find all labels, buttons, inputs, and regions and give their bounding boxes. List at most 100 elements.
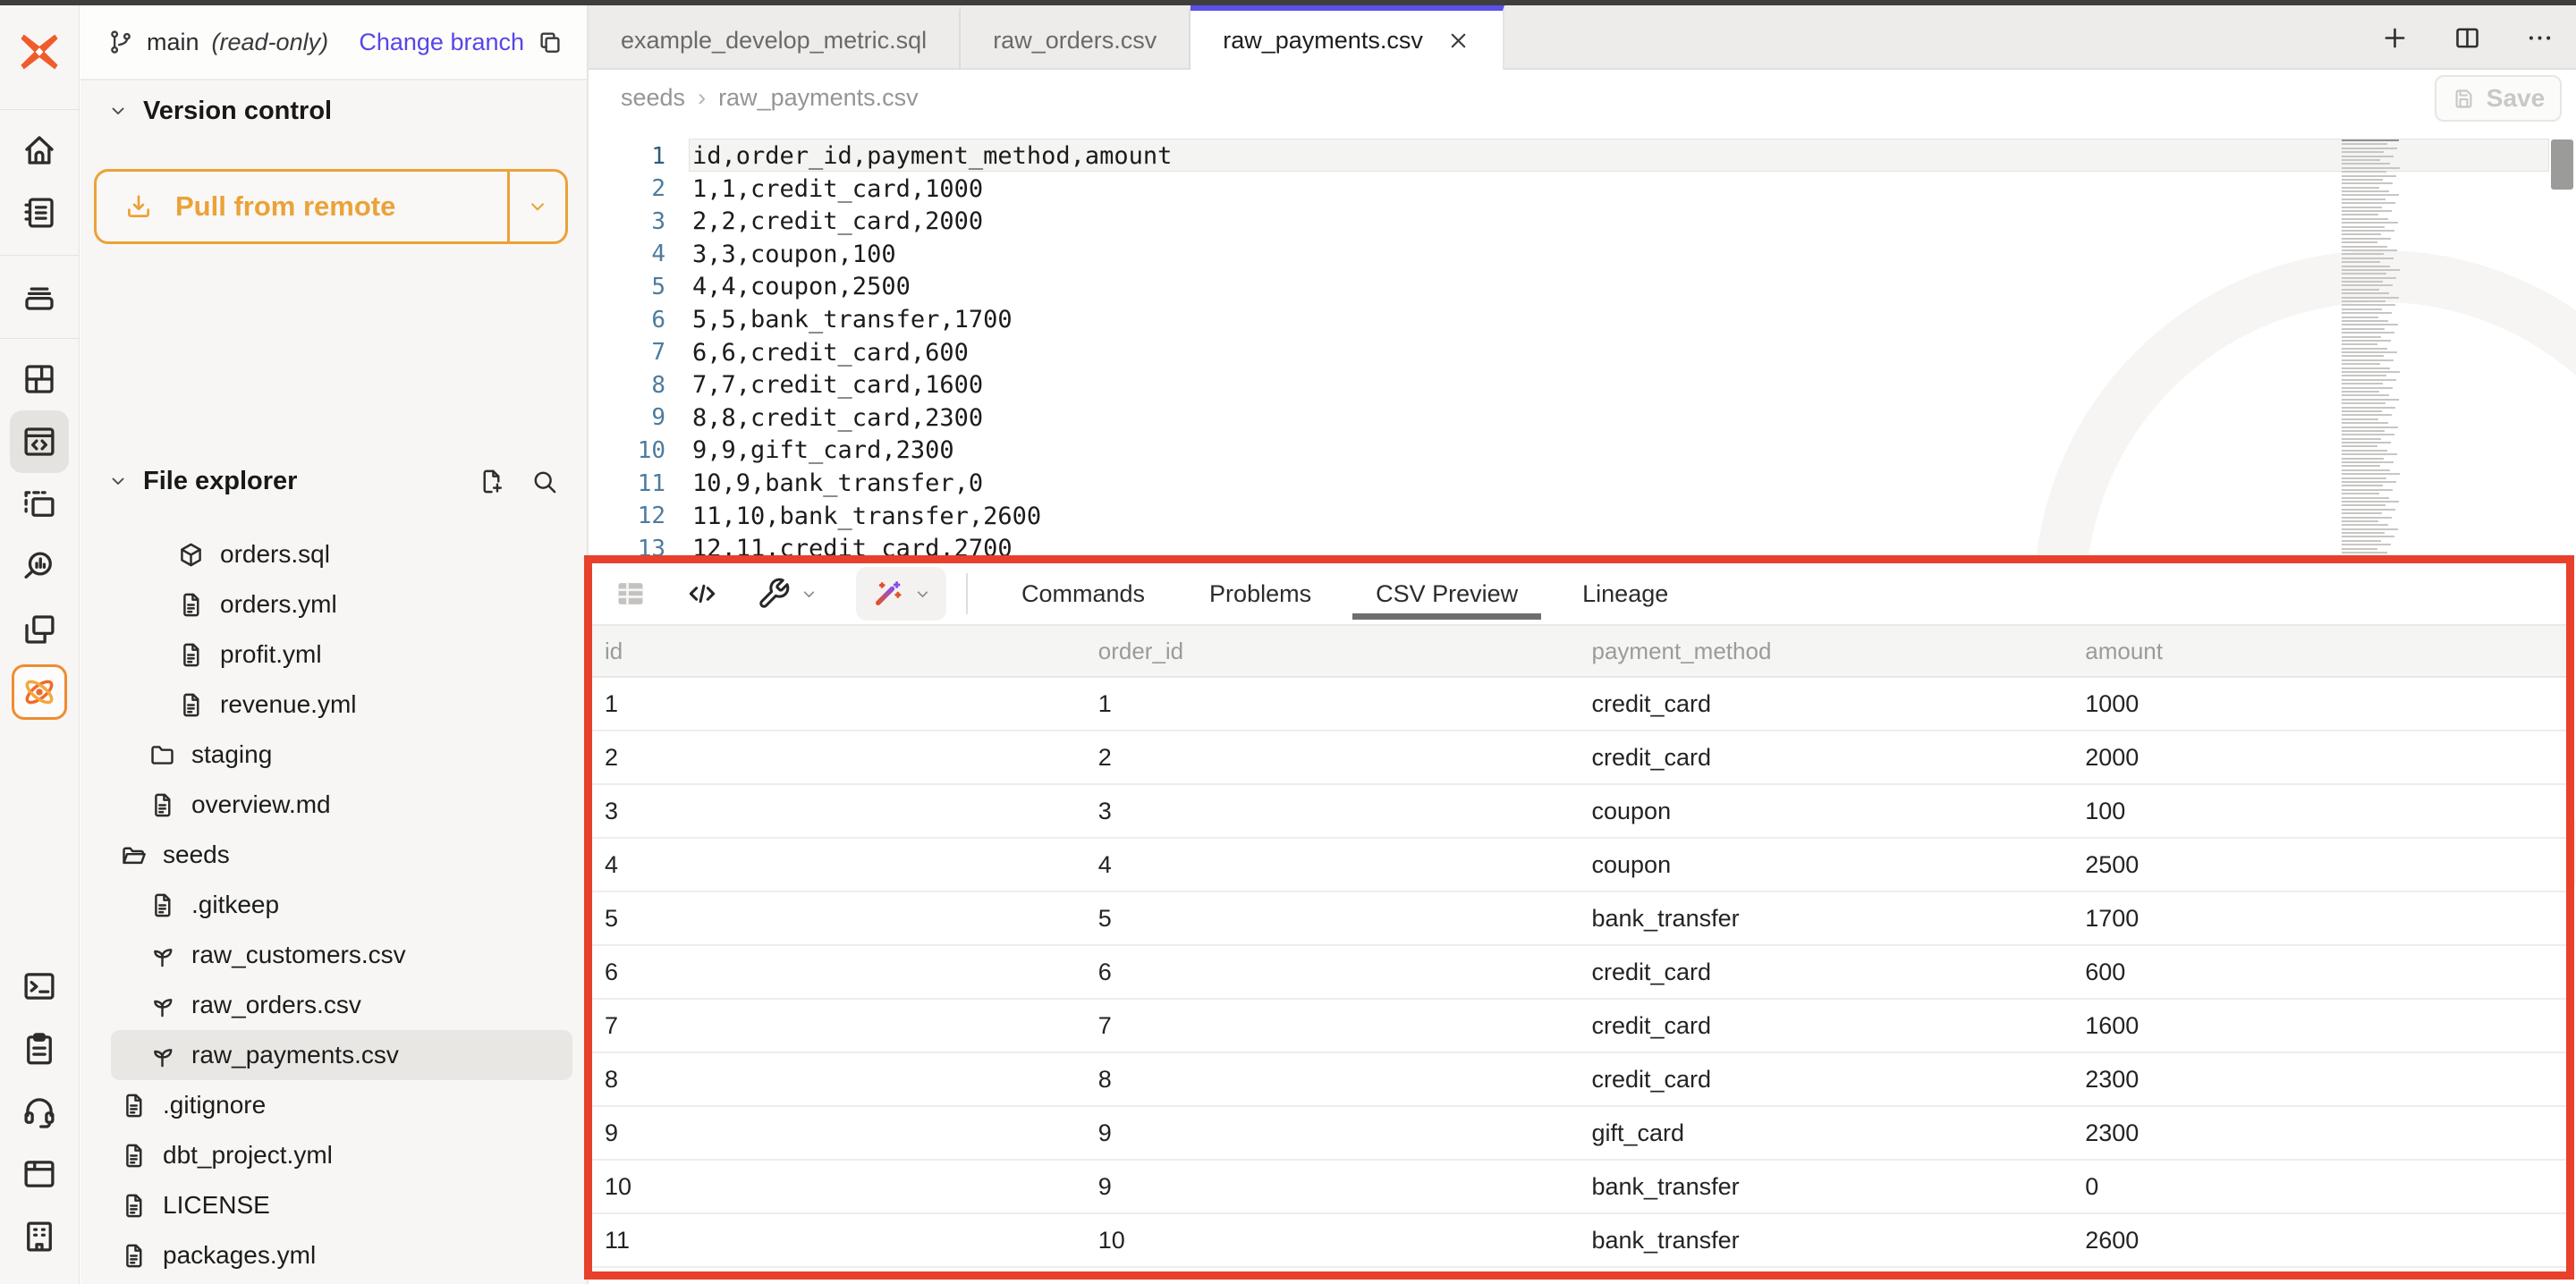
file-item-packages.yml[interactable]: packages.yml: [80, 1230, 587, 1280]
table-cell: 100: [2072, 798, 2566, 825]
doc-icon: [148, 791, 176, 819]
table-cell: 4: [1086, 851, 1580, 879]
table-cell: 2000: [2072, 744, 2566, 772]
rail-item-building[interactable]: [10, 1205, 69, 1268]
panel-tabs: Commands Problems CSV Preview Lineage: [989, 563, 1700, 624]
code-line-1[interactable]: 1id,order_id,payment_method,amount: [589, 139, 2576, 173]
table-cell: 0: [2072, 1173, 2566, 1201]
rail-item-notebook[interactable]: [10, 182, 69, 244]
copy-branch-icon[interactable]: [537, 29, 564, 55]
tab-raw_orders.csv[interactable]: raw_orders.csv: [961, 5, 1191, 70]
panel-tab-Commands[interactable]: Commands: [989, 563, 1177, 624]
tab-example_develop_metric.sql[interactable]: example_develop_metric.sql: [589, 5, 961, 70]
panel-tab-Problems[interactable]: Problems: [1177, 563, 1343, 624]
file-item-profit.yml[interactable]: profit.yml: [80, 629, 587, 680]
panel-tab-Lineage[interactable]: Lineage: [1550, 563, 1700, 624]
panel-tab-label: CSV Preview: [1376, 580, 1518, 608]
pull-from-remote-main[interactable]: Pull from remote: [97, 172, 510, 241]
file-explorer-header[interactable]: File explorer: [80, 454, 587, 508]
folder-open-icon: [120, 841, 148, 869]
branch-mode: (read-only): [212, 29, 329, 56]
line-number: 1: [589, 143, 665, 170]
more-options-icon[interactable]: [2525, 23, 2555, 53]
code-line-4[interactable]: 43,3,coupon,100: [589, 238, 2576, 271]
rail-item-code-editor[interactable]: [10, 410, 69, 473]
panel-tool-table[interactable]: [614, 577, 648, 611]
file-item-raw_orders.csv[interactable]: raw_orders.csv: [80, 980, 587, 1030]
panel-tab-label: Commands: [1021, 580, 1145, 608]
table-cell: 1700: [2072, 905, 2566, 933]
table-row-8: 88credit_card2300: [592, 1053, 2566, 1107]
rail-item-clipboard[interactable]: [10, 1018, 69, 1080]
panel-tool-wrench[interactable]: [757, 577, 818, 611]
breadcrumb-item[interactable]: raw_payments.csv: [718, 84, 919, 112]
seed-icon: [148, 1042, 176, 1069]
file-item-staging[interactable]: staging: [80, 730, 587, 780]
version-control-title: Version control: [143, 97, 332, 126]
line-number: 5: [589, 274, 665, 300]
table-row-1: 11credit_card1000: [592, 678, 2566, 731]
file-item-orders.yml[interactable]: orders.yml: [80, 579, 587, 629]
file-item-label: LICENSE: [163, 1191, 270, 1220]
table-row-4: 44coupon2500: [592, 839, 2566, 892]
rail-item-headset[interactable]: [10, 1080, 69, 1143]
change-branch-link[interactable]: Change branch: [359, 29, 524, 56]
breadcrumb-item[interactable]: seeds: [621, 84, 685, 112]
file-item-raw_payments.csv[interactable]: raw_payments.csv: [111, 1030, 572, 1080]
rail-item-select-area[interactable]: [10, 473, 69, 536]
code-line-9[interactable]: 98,8,credit_card,2300: [589, 401, 2576, 435]
rail-item-windows[interactable]: [10, 598, 69, 661]
rail-item-inbox-stack[interactable]: [10, 265, 69, 327]
code-line-2[interactable]: 21,1,credit_card,1000: [589, 173, 2576, 206]
file-item-.gitkeep[interactable]: .gitkeep: [80, 880, 587, 930]
pull-from-remote-button[interactable]: Pull from remote: [94, 169, 568, 244]
editor-scrollbar-thumb[interactable]: [2551, 139, 2573, 190]
rail-item-browser[interactable]: [10, 1143, 69, 1205]
file-item-dbt_project.yml[interactable]: dbt_project.yml: [80, 1130, 587, 1180]
code-line-10[interactable]: 109,9,gift_card,2300: [589, 434, 2576, 467]
code-line-7[interactable]: 76,6,credit_card,600: [589, 336, 2576, 369]
new-file-icon[interactable]: [478, 468, 505, 495]
rail-item-layout-grid[interactable]: [10, 348, 69, 410]
table-cell: coupon: [1580, 798, 2073, 825]
panel-tool-magic-wand[interactable]: [856, 567, 946, 621]
file-item-orders.sql[interactable]: orders.sql: [80, 529, 587, 579]
panel-tool-code-tag[interactable]: [685, 577, 719, 611]
table-cell: bank_transfer: [1580, 905, 2073, 933]
code-line-11[interactable]: 1110,9,bank_transfer,0: [589, 467, 2576, 500]
file-item-.gitignore[interactable]: .gitignore: [80, 1080, 587, 1130]
file-tree: orders.sqlorders.ymlprofit.ymlrevenue.ym…: [80, 529, 587, 1280]
code-line-8[interactable]: 87,7,credit_card,1600: [589, 368, 2576, 401]
app-logo[interactable]: [0, 5, 79, 98]
code-line-6[interactable]: 65,5,bank_transfer,1700: [589, 303, 2576, 336]
file-item-revenue.yml[interactable]: revenue.yml: [80, 680, 587, 730]
rail-item-atom[interactable]: [10, 661, 69, 723]
branch-header: main (read-only) Change branch: [80, 5, 587, 80]
file-item-overview.md[interactable]: overview.md: [80, 780, 587, 830]
doc-icon: [120, 1092, 148, 1119]
version-control-header[interactable]: Version control: [80, 84, 587, 138]
search-files-icon[interactable]: [530, 468, 558, 495]
code-line-5[interactable]: 54,4,coupon,2500: [589, 270, 2576, 303]
paradime-logo-icon: [16, 29, 63, 75]
code-line-12[interactable]: 1211,10,bank_transfer,2600: [589, 500, 2576, 533]
file-item-LICENSE[interactable]: LICENSE: [80, 1180, 587, 1230]
table-cell: 7: [592, 1012, 1086, 1040]
split-editor-icon[interactable]: [2453, 23, 2482, 53]
line-number: 9: [589, 404, 665, 431]
editor-minimap[interactable]: [2342, 139, 2406, 563]
save-button[interactable]: Save: [2435, 75, 2562, 122]
file-item-raw_customers.csv[interactable]: raw_customers.csv: [80, 930, 587, 980]
line-number: 3: [589, 208, 665, 235]
panel-tab-CSV Preview[interactable]: CSV Preview: [1343, 563, 1550, 624]
file-item-seeds[interactable]: seeds: [80, 830, 587, 880]
close-tab-icon[interactable]: [1446, 29, 1470, 53]
rail-item-terminal[interactable]: [10, 955, 69, 1018]
rail-item-home[interactable]: [10, 119, 69, 182]
new-tab-icon[interactable]: [2380, 23, 2410, 53]
wrench-icon: [757, 577, 791, 611]
pull-options-dropdown[interactable]: [510, 172, 565, 241]
tab-raw_payments.csv[interactable]: raw_payments.csv: [1191, 5, 1504, 70]
code-line-3[interactable]: 32,2,credit_card,2000: [589, 205, 2576, 238]
rail-item-search-insights[interactable]: [10, 536, 69, 598]
